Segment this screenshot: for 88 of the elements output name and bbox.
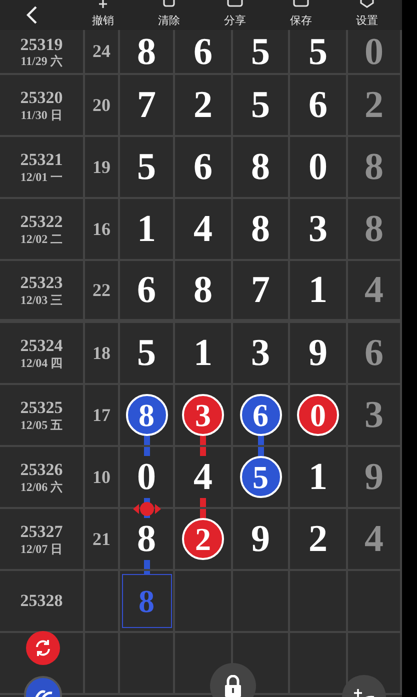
sum-value: 19 (92, 156, 110, 178)
toolbar-button[interactable]: 清除 (136, 0, 202, 30)
period-number: 25328 (20, 591, 63, 611)
draw-date: 12/01 一 (20, 170, 63, 184)
period-number: 25319 (20, 34, 63, 54)
digit: 8 (137, 32, 156, 70)
draw-date: 12/04 四 (20, 356, 63, 370)
sum-value: 10 (92, 466, 110, 488)
digit: 5 (137, 334, 156, 372)
back-icon (26, 6, 38, 24)
sum-value: 21 (92, 528, 110, 550)
period-number: 25326 (20, 460, 63, 480)
period-number: 25324 (20, 336, 63, 356)
digit: 1 (137, 210, 156, 248)
ball: 2 (182, 518, 224, 560)
extra-digit: 0 (364, 32, 384, 70)
digit: 6 (308, 86, 328, 124)
draw-date: 11/30 日 (20, 108, 62, 122)
digit: 0 (308, 148, 328, 186)
digit: 7 (251, 271, 270, 309)
draw-date: 12/03 三 (20, 292, 63, 307)
draw-date: 12/05 五 (20, 418, 63, 432)
sum-value: 16 (92, 218, 110, 240)
connector-segment (144, 447, 150, 456)
digit: 4 (194, 458, 212, 496)
period-number: 25327 (20, 522, 63, 542)
period-number: 25323 (20, 273, 63, 293)
ball: 3 (182, 394, 224, 436)
sum-value: 24 (92, 41, 110, 62)
draw-date: 12/02 二 (20, 232, 63, 246)
digit: 5 (137, 148, 156, 186)
digit: 9 (251, 520, 270, 558)
sum-value: 20 (92, 94, 110, 116)
toolbar-button[interactable]: 撤销 (70, 0, 136, 30)
digit: 2 (308, 520, 328, 558)
sum-value: 18 (92, 342, 110, 364)
ball: 8 (126, 394, 168, 436)
digit: 8 (251, 210, 270, 248)
ball: 6 (240, 394, 282, 436)
digit: 1 (308, 271, 328, 309)
draw-date: 12/07 日 (20, 542, 63, 556)
toolbar-button[interactable]: 保存 (268, 0, 334, 30)
digit: 0 (137, 458, 156, 496)
period-number: 25325 (20, 398, 63, 418)
digit: 9 (308, 334, 328, 372)
draw-date: 11/29 六 (20, 54, 62, 68)
lock-icon (224, 675, 242, 697)
digit: 5 (251, 86, 270, 124)
digit: 5 (308, 32, 328, 70)
extra-digit: 8 (364, 148, 384, 186)
digit: 1 (194, 334, 212, 372)
connector-segment (200, 447, 206, 456)
refresh-icon (34, 639, 52, 657)
shield-icon (359, 0, 375, 8)
connector-segment (200, 498, 206, 507)
digit: 4 (194, 210, 212, 248)
toolbar-button[interactable]: 分享 (202, 0, 268, 30)
connector-segment (144, 560, 150, 569)
digit: 6 (137, 271, 156, 309)
period-number: 25321 (20, 150, 63, 170)
period-number: 25322 (20, 212, 63, 232)
digit: 6 (194, 148, 212, 186)
digit: 7 (137, 86, 156, 124)
extra-digit: 4 (364, 271, 384, 309)
digit: 1 (308, 458, 328, 496)
sum-value: 22 (92, 280, 110, 300)
draw-date: 12/06 六 (20, 480, 63, 494)
period-number: 25320 (20, 88, 63, 108)
extra-digit: 3 (364, 396, 384, 434)
extra-digit: 6 (364, 334, 384, 372)
extra-digit: 2 (364, 86, 384, 124)
digit: 8 (194, 271, 212, 309)
empty-cell (85, 633, 120, 695)
toolbar-button[interactable]: 设置 (334, 0, 400, 30)
ball: 0 (297, 394, 339, 436)
digit: 3 (308, 210, 328, 248)
digit: 5 (251, 32, 270, 70)
extra-digit: 8 (364, 210, 384, 248)
sum-value: 17 (92, 404, 110, 426)
digit: 8 (137, 520, 156, 558)
digit: 6 (194, 32, 212, 70)
extra-digit: 9 (364, 458, 384, 496)
digit: 2 (194, 86, 212, 124)
digit: 3 (251, 334, 270, 372)
extra-digit: 4 (364, 520, 384, 558)
drag-handle-icon[interactable] (132, 501, 160, 517)
digit: 8 (251, 148, 270, 186)
ball: 5 (240, 456, 282, 498)
